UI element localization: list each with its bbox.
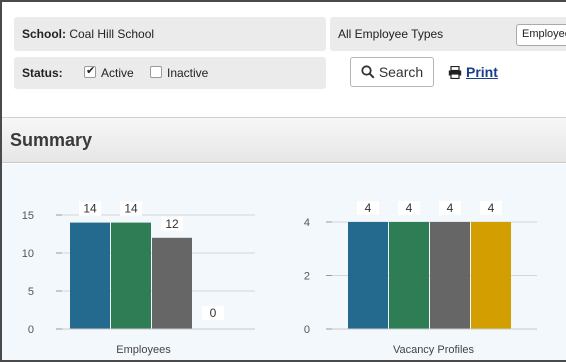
school-filter: School: Coal Hill School [14, 17, 326, 51]
employee-select[interactable]: Employee [516, 24, 566, 46]
data-label: 4 [488, 201, 495, 215]
bar [471, 222, 511, 329]
charts-svg: 0 5 10 15 14 14 12 0 Employees 0 2 4 4 4 4 4 Vacancy Pro… [22, 201, 537, 356]
data-label: 4 [406, 201, 413, 215]
inactive-label[interactable]: Inactive [167, 66, 208, 80]
x-axis-label: Employees [116, 344, 171, 356]
bar [430, 222, 470, 329]
y-tick-label: 2 [304, 271, 310, 283]
bar [348, 222, 388, 329]
school-field[interactable]: School: Coal Hill School [22, 27, 154, 41]
y-tick-label: 5 [28, 286, 34, 298]
search-label: Search [378, 64, 424, 80]
x-axis-label: Vacancy Profiles [393, 344, 475, 356]
school-value: Coal Hill School [69, 27, 155, 41]
search-button[interactable]: Search [350, 57, 434, 87]
school-label: School: [22, 27, 66, 41]
summary-header: Summary [2, 117, 566, 163]
data-label: 14 [124, 202, 138, 216]
search-icon [361, 65, 375, 79]
status-label: Status: [22, 66, 63, 80]
data-label: 0 [210, 306, 217, 320]
inactive-checkbox[interactable] [150, 66, 162, 78]
y-tick-label: 0 [304, 324, 310, 336]
y-tick-label: 0 [28, 324, 34, 336]
active-checkbox[interactable] [84, 64, 96, 78]
app-frame: School: Coal Hill School Status: Active … [0, 0, 566, 362]
y-tick-label: 10 [22, 248, 34, 260]
data-label: 12 [165, 217, 179, 231]
print-link[interactable]: Print [448, 64, 498, 80]
printer-icon [448, 65, 462, 79]
status-filter: Status: Active Inactive [14, 57, 326, 89]
data-label: 4 [365, 201, 372, 215]
summary-title: Summary [10, 130, 93, 150]
bar [152, 237, 192, 329]
bar [111, 222, 151, 329]
bar [70, 222, 110, 329]
y-tick-label: 15 [22, 210, 34, 222]
employee-types-label: All Employee Types [338, 27, 444, 41]
data-label: 14 [83, 202, 97, 216]
employee-type-filter: All Employee Types Employee [330, 17, 566, 51]
active-label[interactable]: Active [101, 66, 134, 80]
bar [389, 222, 429, 329]
data-label: 4 [447, 201, 454, 215]
print-label: Print [466, 64, 498, 80]
summary-charts: 0 5 10 15 14 14 12 0 Employees 0 2 4 4 4 4 4 Vacancy Pro… [2, 164, 566, 360]
y-tick-label: 4 [304, 217, 310, 229]
